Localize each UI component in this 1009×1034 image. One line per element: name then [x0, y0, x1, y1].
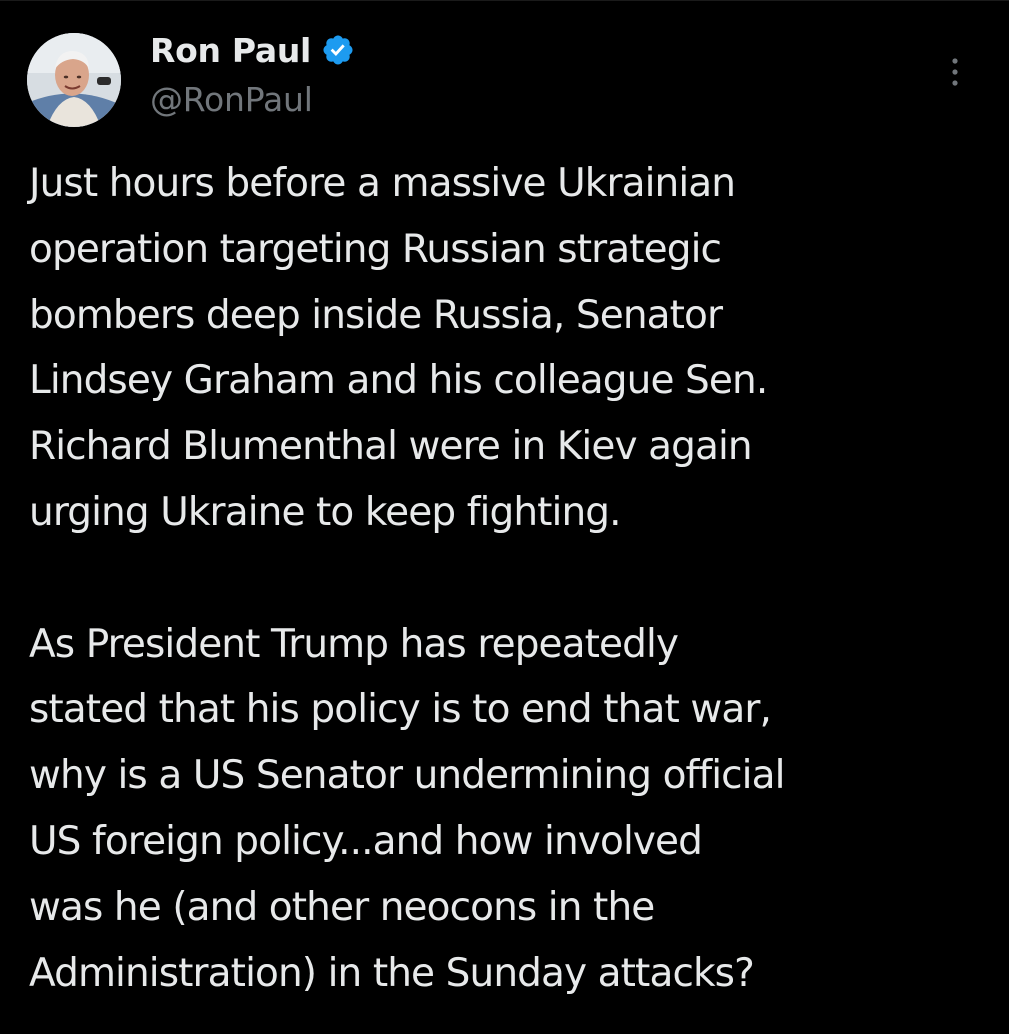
tweet-text: Just hours before a massive Ukrainian op… [29, 151, 984, 1006]
tweet-line: Richard Blumenthal were in Kiev again [29, 424, 753, 470]
tweet-header: Ron Paul @RonPaul [27, 29, 982, 129]
tweet-line: operation targeting Russian strategic [29, 226, 722, 272]
avatar-photo [27, 33, 121, 127]
author-display-name[interactable]: Ron Paul [150, 31, 311, 70]
tweet-line: Administration) in the Sunday attacks? [29, 950, 755, 996]
tweet-line: stated that his policy is to end that wa… [29, 687, 772, 733]
verified-badge-icon [321, 33, 355, 67]
tweet-line: urging Ukraine to keep fighting. [29, 489, 622, 535]
tweet-line: Just hours before a massive Ukrainian [29, 161, 736, 206]
display-name-row: Ron Paul [150, 29, 355, 71]
avatar[interactable] [27, 33, 121, 127]
tweet-line: bombers deep inside Russia, Senator [29, 292, 723, 338]
author-names: Ron Paul @RonPaul [150, 29, 355, 119]
tweet-line: US foreign policy...and how involved [29, 818, 703, 864]
tweet-line: As President Trump has repeatedly [29, 621, 679, 667]
tweet-paragraph: As President Trump has repeatedly stated… [29, 612, 984, 1007]
tweet-line: Lindsey Graham and his colleague Sen. [29, 358, 768, 404]
author-handle[interactable]: @RonPaul [150, 80, 355, 119]
tweet-line: was he (and other neocons in the [29, 884, 655, 930]
more-options-icon[interactable] [945, 55, 965, 89]
tweet-line: why is a US Senator undermining official [29, 753, 785, 799]
tweet-paragraph: Just hours before a massive Ukrainian op… [29, 151, 984, 546]
tweet-card: Ron Paul @RonPaul Just hours before a ma… [0, 0, 1009, 1034]
